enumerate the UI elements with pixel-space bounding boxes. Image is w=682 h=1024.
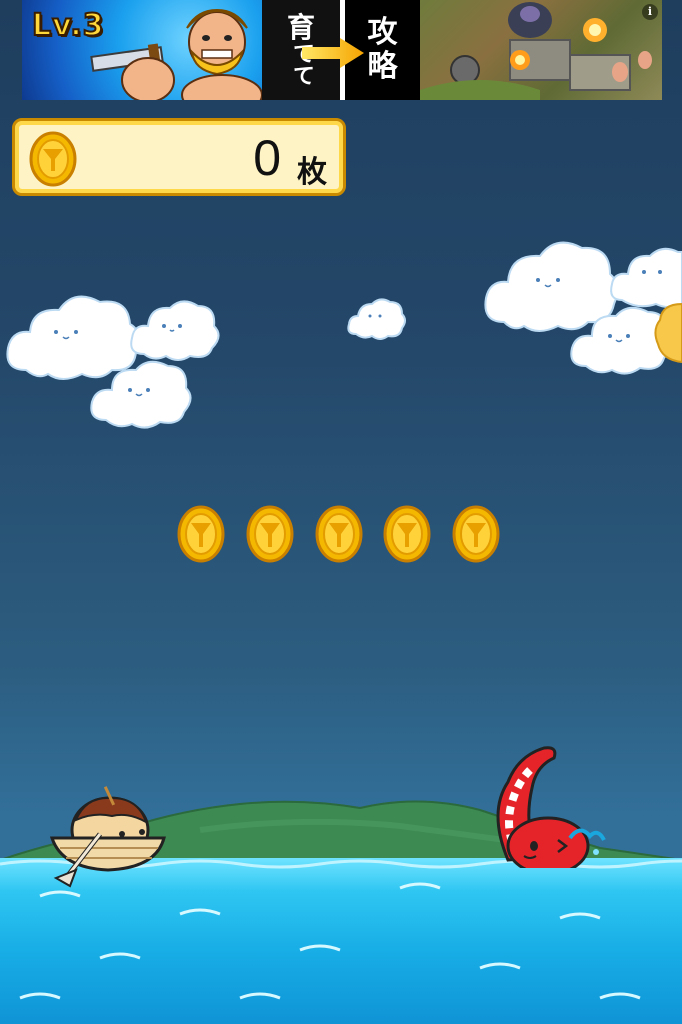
coin-4 [383,505,431,563]
barbarian-character-icon [90,8,262,100]
arrow-right-icon [302,38,364,68]
cloud-middle-small [347,298,406,340]
ad-battle-scene[interactable]: i [420,0,662,100]
coin-3 [315,505,363,563]
ad-info-icon[interactable]: i [642,4,658,20]
ad-banner[interactable]: Lv.3 育 てて 攻 略 i [22,0,662,100]
coin-5 [452,505,500,563]
coin-2 [246,505,294,563]
coin-counter: 0 枚 [12,118,346,196]
yellow-cloud-edge-icon [654,302,682,364]
ad-conquer-text-bottom: 略 [367,49,398,84]
ad-grow-panel: 育 てて [262,0,364,100]
ad-hero-panel[interactable]: Lv.3 [22,0,262,100]
coin-count: 0 [253,130,281,186]
ad-conquer-text-top: 攻 [367,15,398,50]
coin-unit-label: 枚 [297,155,327,190]
coin-1 [177,505,225,563]
coin-icon [29,131,77,187]
octopus-enemy [496,746,606,868]
player-takoyaki-boat[interactable] [46,786,172,890]
cloud-left-bottom [90,360,192,429]
battle-scene-illustration [420,2,652,100]
